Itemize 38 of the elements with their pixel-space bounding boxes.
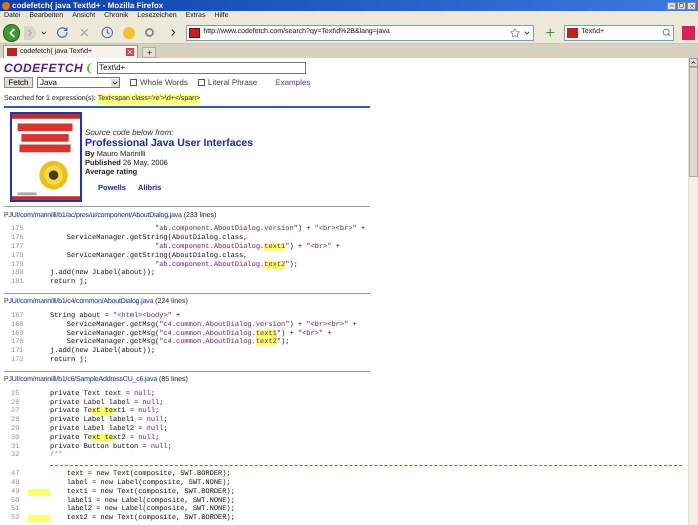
scrollbar-track[interactable] bbox=[688, 58, 698, 525]
checkbox[interactable] bbox=[130, 79, 137, 86]
site-icon bbox=[189, 28, 200, 38]
checkbox-label: Whole Words bbox=[140, 76, 188, 89]
site-icon bbox=[7, 48, 17, 56]
source-intro: Source code below from: bbox=[85, 128, 174, 138]
language-select[interactable]: Java bbox=[37, 77, 120, 88]
back-button[interactable] bbox=[3, 24, 20, 42]
close-button[interactable] bbox=[687, 2, 696, 10]
scrollbar-thumb[interactable] bbox=[689, 67, 698, 177]
maximize-button[interactable] bbox=[677, 2, 686, 10]
close-icon bbox=[688, 2, 694, 8]
checkbox-label: Literal Phrase bbox=[208, 76, 258, 89]
close-tab-icon[interactable] bbox=[126, 48, 134, 56]
reload-icon[interactable] bbox=[56, 26, 68, 39]
clock-icon[interactable] bbox=[100, 26, 114, 39]
search-engine-icon[interactable] bbox=[567, 28, 578, 38]
brace-logo-icon bbox=[87, 62, 94, 74]
scroll-up-button[interactable] bbox=[689, 58, 698, 67]
fetch-button[interactable]: Fetch bbox=[4, 77, 33, 88]
add-icon[interactable] bbox=[544, 26, 556, 39]
window-title: codefetch{ java Text\d+ - Mozilla Firefox bbox=[12, 2, 164, 10]
firefox-icon bbox=[2, 2, 10, 10]
bookmark-star-icon[interactable] bbox=[510, 28, 520, 38]
book-title-link[interactable]: Professional Java User Interfaces bbox=[85, 138, 254, 150]
plus-icon bbox=[146, 49, 152, 56]
dropdown-icon bbox=[111, 78, 119, 87]
search-icon[interactable] bbox=[662, 28, 670, 37]
examples-link[interactable]: Examples bbox=[275, 76, 310, 89]
checkbox[interactable] bbox=[198, 79, 205, 86]
logo: CODEFETCH bbox=[4, 62, 84, 74]
history-dropdown-icon[interactable] bbox=[40, 28, 48, 36]
minimize-button[interactable] bbox=[667, 2, 676, 10]
extension-icon[interactable] bbox=[682, 26, 695, 40]
maximize-icon bbox=[679, 3, 684, 8]
query-field[interactable]: Text\d+ bbox=[97, 62, 306, 74]
new-tab-button[interactable] bbox=[142, 47, 156, 58]
minimize-icon bbox=[668, 2, 674, 8]
